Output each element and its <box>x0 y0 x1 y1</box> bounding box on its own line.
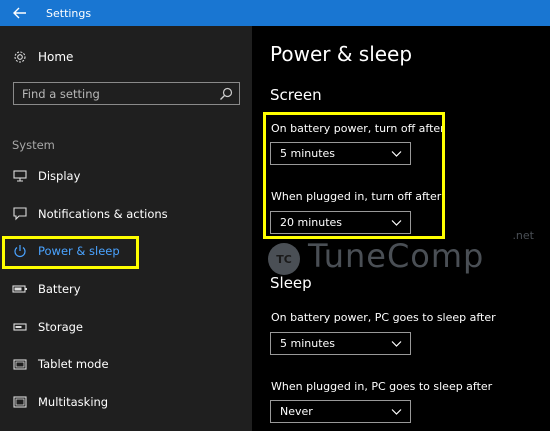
sleep-battery-dropdown[interactable]: 5 minutes <box>270 332 411 355</box>
home-link[interactable]: Home <box>12 49 73 65</box>
sidebar-item-display[interactable]: Display <box>12 166 80 186</box>
back-arrow-icon <box>13 7 26 19</box>
sleep-plugged-label: When plugged in, PC goes to sleep after <box>271 380 493 393</box>
chevron-down-icon <box>391 409 402 415</box>
sidebar-item-storage[interactable]: Storage <box>12 317 83 337</box>
highlight-box-screen <box>263 112 445 239</box>
sidebar-item-multitasking[interactable]: Multitasking <box>12 392 108 412</box>
back-button[interactable] <box>0 0 40 26</box>
sidebar-item-tablet-mode[interactable]: Tablet mode <box>12 354 109 374</box>
title-bar: Settings <box>0 0 550 26</box>
window-title: Settings <box>46 6 92 20</box>
storage-icon <box>12 319 28 335</box>
dropdown-value: Never <box>280 405 313 418</box>
highlight-box-sidebar <box>2 236 139 269</box>
sleep-heading: Sleep <box>270 274 312 292</box>
section-label-system: System <box>12 138 55 152</box>
main-content: Power & sleep Screen On battery power, t… <box>252 26 550 431</box>
sleep-battery-label: On battery power, PC goes to sleep after <box>271 311 496 324</box>
display-icon <box>12 168 28 184</box>
sidebar-item-label: Notifications & actions <box>38 207 168 221</box>
multitasking-icon <box>12 394 28 410</box>
sidebar-item-label: Battery <box>38 282 81 296</box>
sleep-plugged-dropdown[interactable]: Never <box>270 400 411 423</box>
battery-icon <box>12 281 28 297</box>
gear-icon <box>12 49 28 65</box>
page-title: Power & sleep <box>270 42 413 66</box>
sidebar-item-label: Storage <box>38 320 83 334</box>
sidebar-item-notifications[interactable]: Notifications & actions <box>12 204 168 224</box>
dropdown-value: 5 minutes <box>280 337 336 350</box>
screen-heading: Screen <box>270 86 322 104</box>
sidebar-item-battery[interactable]: Battery <box>12 279 81 299</box>
sidebar-item-label: Tablet mode <box>38 357 109 371</box>
home-label: Home <box>38 50 74 64</box>
search-box[interactable] <box>13 82 240 105</box>
search-icon[interactable] <box>219 87 233 101</box>
notifications-icon <box>12 206 28 222</box>
sidebar: Home System Display Notifications & acti… <box>0 26 252 431</box>
chevron-down-icon <box>391 341 402 347</box>
search-input[interactable] <box>22 86 212 101</box>
sidebar-item-label: Display <box>38 169 81 183</box>
sidebar-item-label: Multitasking <box>38 395 109 409</box>
tablet-icon <box>12 356 28 372</box>
